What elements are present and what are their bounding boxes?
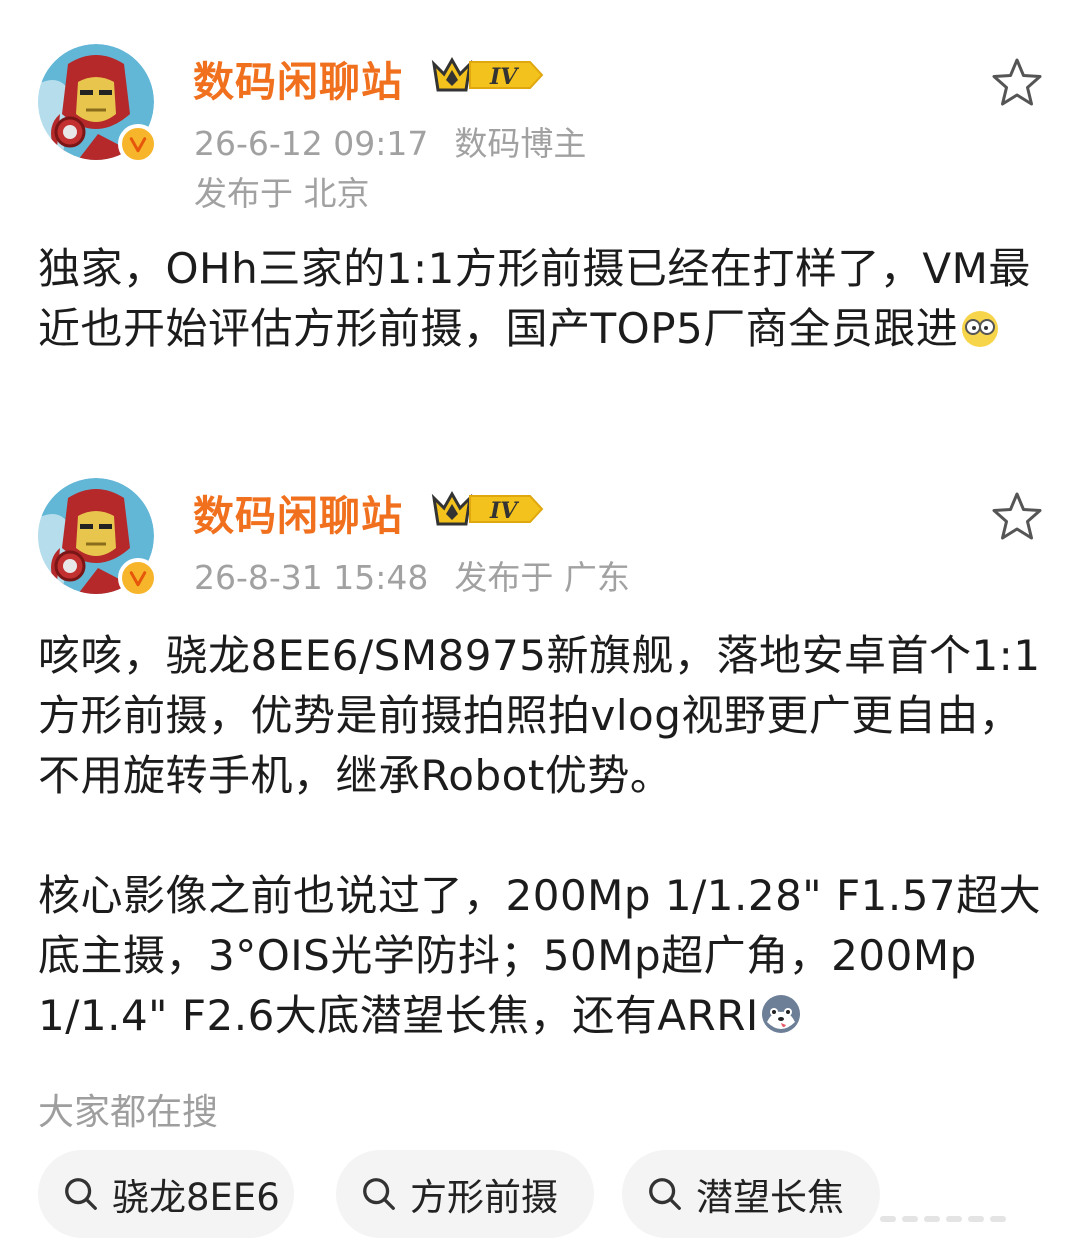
username[interactable]: 数码闲聊站 <box>193 482 403 542</box>
search-chip-label: 方形前摄 <box>410 1176 558 1219</box>
post-paragraph-2-text: 核心影像之前也说过了，200Mp 1/1.28" F1.57超大底主摄，3°OI… <box>38 871 1042 1040</box>
avatar[interactable] <box>38 478 158 598</box>
post-body: 咳咳，骁龙8EE6/SM8975新旗舰，落地安卓首个1:1方形前摄，优势是前摄拍… <box>38 626 1048 1046</box>
post-time: 26-6-12 09:17 <box>194 124 429 163</box>
search-chip[interactable]: 潜望长焦 <box>622 1150 880 1238</box>
search-chip-label: 潜望长焦 <box>696 1176 844 1219</box>
crown-level-badge-icon[interactable] <box>430 54 544 96</box>
verified-badge-icon <box>118 124 158 164</box>
favorite-star-icon[interactable] <box>990 490 1044 544</box>
post-text: 独家，OHh三家的1:1方形前摄已经在打样了，VM最近也开始评估方形前摄，国产T… <box>38 244 1031 353</box>
search-icon <box>62 1175 100 1213</box>
post-body: 独家，OHh三家的1:1方形前摄已经在打样了，VM最近也开始评估方形前摄，国产T… <box>38 239 1048 359</box>
crown-level-badge-icon[interactable] <box>430 488 544 530</box>
watermark-bars <box>880 1216 1006 1222</box>
post-location: 发布于 北京 <box>194 174 370 213</box>
glasses-face-emoji-icon <box>962 311 999 347</box>
user-tag: 数码博主 <box>454 124 587 163</box>
search-chip[interactable]: 方形前摄 <box>336 1150 594 1238</box>
search-icon <box>360 1175 398 1213</box>
search-chip[interactable]: 骁龙8EE6 <box>38 1150 294 1238</box>
post-paragraph-2: 核心影像之前也说过了，200Mp 1/1.28" F1.57超大底主摄，3°OI… <box>38 866 1048 1046</box>
verified-badge-icon <box>118 558 158 598</box>
search-chip-label: 骁龙8EE6 <box>112 1176 280 1219</box>
post-location: 发布于 广东 <box>454 558 630 597</box>
husky-emoji-icon <box>761 995 800 1033</box>
search-icon <box>646 1175 684 1213</box>
search-section-label: 大家都在搜 <box>38 1092 219 1133</box>
post-time: 26-8-31 15:48 <box>194 558 429 597</box>
username[interactable]: 数码闲聊站 <box>193 48 403 108</box>
avatar[interactable] <box>38 44 158 164</box>
post-meta: 26-8-31 15:48 发布于 广东 <box>194 551 630 599</box>
favorite-star-icon[interactable] <box>990 56 1044 110</box>
post-paragraph-1: 咳咳，骁龙8EE6/SM8975新旗舰，落地安卓首个1:1方形前摄，优势是前摄拍… <box>38 631 1041 800</box>
post-meta: 26-6-12 09:17 数码博主 <box>194 117 586 165</box>
